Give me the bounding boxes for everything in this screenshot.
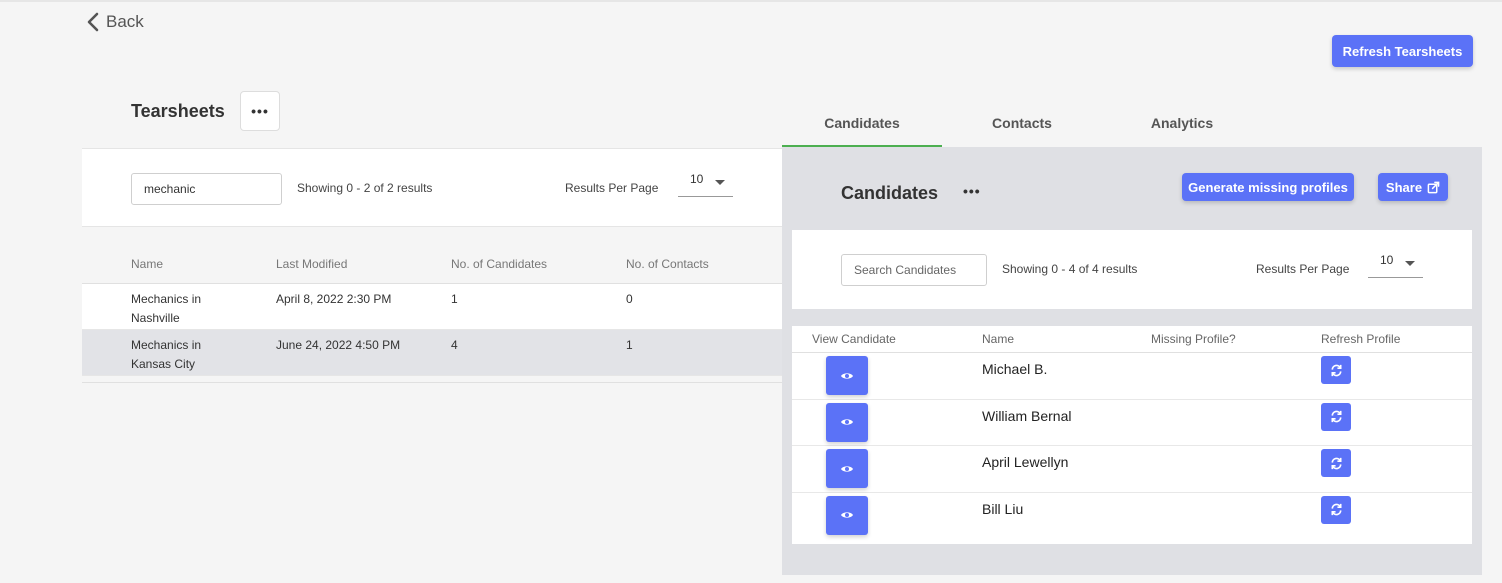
tearsheets-table: Name Last Modified No. of Candidates No.… [82, 248, 782, 383]
row-name: Mechanics in Nashville [131, 292, 202, 325]
candidates-rpp-label: Results Per Page [1256, 262, 1350, 276]
generate-missing-profiles-button[interactable]: Generate missing profiles [1182, 173, 1354, 201]
refresh-profile-button[interactable] [1321, 402, 1351, 431]
candidates-search-panel: Showing 0 - 4 of 4 results Results Per P… [792, 230, 1472, 309]
back-link[interactable]: Back [86, 12, 144, 32]
refresh-profile-button[interactable] [1321, 449, 1351, 477]
tearsheets-rpp-select[interactable]: 10 [678, 172, 733, 197]
caret-down-icon [715, 180, 725, 185]
row-last-modified: June 24, 2022 4:50 PM [276, 338, 401, 352]
share-button[interactable]: Share [1378, 173, 1448, 201]
top-divider [0, 0, 1502, 2]
column-header-name[interactable]: Name [131, 257, 241, 271]
refresh-icon [1330, 457, 1342, 469]
table-header: View Candidate Name Missing Profile? Ref… [792, 326, 1472, 353]
candidates-rpp-value: 10 [1380, 253, 1394, 267]
view-candidate-button[interactable] [826, 356, 868, 395]
table-header: Name Last Modified No. of Candidates No.… [82, 248, 782, 284]
refresh-profile-button[interactable] [1321, 495, 1351, 524]
row-last-modified: April 8, 2022 2:30 PM [276, 292, 392, 306]
share-label: Share [1385, 179, 1423, 195]
eye-icon [841, 465, 853, 472]
tearsheets-search-panel: Showing 0 - 2 of 2 results Results Per P… [82, 148, 782, 227]
candidates-results-count: Showing 0 - 4 of 4 results [1002, 262, 1138, 276]
caret-down-icon [1405, 261, 1415, 266]
view-candidate-button[interactable] [826, 495, 868, 535]
eye-icon [841, 419, 853, 425]
eye-icon [841, 512, 853, 518]
candidates-more-button[interactable]: ••• [963, 183, 981, 199]
candidate-name: William Bernal [982, 407, 1072, 424]
tearsheets-rpp-value: 10 [690, 172, 704, 186]
tab-candidates[interactable]: Candidates [782, 100, 942, 147]
row-name: Mechanics in Kansas City [131, 338, 202, 371]
refresh-tearsheets-button[interactable]: Refresh Tearsheets [1332, 35, 1473, 67]
table-row[interactable]: Mechanics in Kansas City June 24, 2022 4… [82, 330, 782, 376]
column-header-missing-profile: Missing Profile? [1151, 332, 1236, 346]
tab-analytics[interactable]: Analytics [1102, 100, 1262, 147]
page-title: Tearsheets [131, 101, 225, 121]
table-row: Michael B. [792, 353, 1472, 400]
chevron-left-icon [87, 12, 99, 32]
tearsheets-rpp-label: Results Per Page [565, 181, 659, 195]
column-header-view-candidate: View Candidate [812, 332, 896, 346]
table-row[interactable]: Mechanics in Nashville April 8, 2022 2:3… [82, 284, 782, 330]
back-label: Back [106, 12, 144, 31]
row-candidates-count: 4 [451, 338, 458, 352]
candidates-table: View Candidate Name Missing Profile? Ref… [792, 326, 1472, 544]
candidate-name: Bill Liu [982, 500, 1024, 517]
refresh-icon [1330, 364, 1342, 376]
column-header-candidates[interactable]: No. of Candidates [451, 257, 547, 271]
column-header-contacts[interactable]: No. of Contacts [626, 257, 709, 271]
view-candidate-button[interactable] [826, 449, 868, 488]
table-row: Bill Liu [792, 493, 1472, 540]
candidates-panel: Candidates ••• Generate missing profiles… [782, 147, 1482, 575]
table-row: April Lewellyn [792, 446, 1472, 493]
refresh-icon [1330, 503, 1342, 516]
candidate-name: April Lewellyn [982, 454, 1069, 470]
refresh-icon [1330, 410, 1342, 423]
candidates-search-input[interactable] [841, 254, 987, 286]
row-candidates-count: 1 [451, 292, 458, 306]
table-row: William Bernal [792, 400, 1472, 446]
tearsheets-more-button[interactable]: ••• [240, 91, 280, 131]
tearsheets-results-count: Showing 0 - 2 of 2 results [297, 181, 433, 195]
row-contacts-count: 1 [626, 338, 633, 352]
column-header-name: Name [982, 332, 1015, 346]
candidate-name: Michael B. [982, 361, 1048, 377]
candidates-rpp-select[interactable]: 10 [1368, 253, 1423, 278]
view-candidate-button[interactable] [826, 402, 868, 442]
eye-icon [841, 372, 853, 379]
column-header-last-modified[interactable]: Last Modified [276, 257, 347, 271]
candidates-title: Candidates [841, 183, 939, 203]
refresh-profile-button[interactable] [1321, 356, 1351, 384]
table-footer-divider [82, 376, 782, 383]
external-share-icon [1427, 181, 1440, 193]
column-header-refresh-profile: Refresh Profile [1321, 332, 1401, 346]
tab-contacts[interactable]: Contacts [942, 100, 1102, 147]
row-contacts-count: 0 [626, 292, 633, 306]
tearsheets-search-input[interactable] [131, 173, 282, 205]
